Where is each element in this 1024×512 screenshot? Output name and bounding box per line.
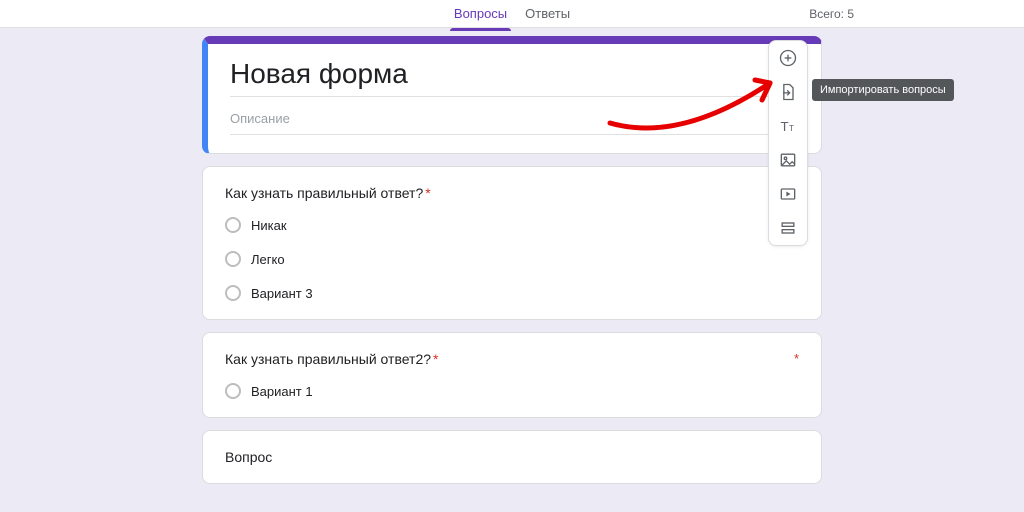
form-description-input[interactable]: Описание: [230, 111, 799, 135]
import-file-icon: [778, 82, 798, 102]
required-star: *: [794, 351, 799, 366]
add-section-button[interactable]: [777, 217, 799, 239]
option-label: Вариант 3: [251, 286, 313, 301]
question-title: Как узнать правильный ответ?*: [225, 185, 431, 201]
add-video-button[interactable]: [777, 183, 799, 205]
question-card[interactable]: Как узнать правильный ответ2?* * Вариант…: [202, 332, 822, 418]
tabs: Вопросы Ответы: [454, 2, 570, 25]
option-row[interactable]: Вариант 3: [225, 285, 799, 301]
form-canvas: Новая форма Описание Как узнать правильн…: [202, 36, 822, 484]
video-icon: [778, 184, 798, 204]
question-card[interactable]: Как узнать правильный ответ?* * Никак Ле…: [202, 166, 822, 320]
add-question-button[interactable]: [777, 47, 799, 69]
tooltip: Импортировать вопросы: [812, 79, 954, 101]
radio-icon: [225, 251, 241, 267]
svg-text:T: T: [781, 119, 789, 134]
side-toolbar: TT: [768, 40, 808, 246]
section-icon: [778, 218, 798, 238]
question-card[interactable]: Вопрос: [202, 430, 822, 484]
tab-answers[interactable]: Ответы: [525, 2, 570, 25]
form-header-card[interactable]: Новая форма Описание: [202, 36, 822, 154]
plus-circle-icon: [778, 48, 798, 68]
tab-questions[interactable]: Вопросы: [454, 2, 507, 25]
topbar: Вопросы Ответы Всего: 5: [0, 0, 1024, 28]
radio-icon: [225, 285, 241, 301]
radio-icon: [225, 383, 241, 399]
form-title-input[interactable]: Новая форма: [230, 58, 799, 97]
option-label: Никак: [251, 218, 287, 233]
question-title: Как узнать правильный ответ2?*: [225, 351, 439, 367]
required-star: *: [433, 351, 438, 367]
option-row[interactable]: Вариант 1: [225, 383, 799, 399]
import-questions-button[interactable]: [777, 81, 799, 103]
option-row[interactable]: Легко: [225, 251, 799, 267]
add-image-button[interactable]: [777, 149, 799, 171]
image-icon: [778, 150, 798, 170]
option-row[interactable]: Никак: [225, 217, 799, 233]
add-title-button[interactable]: TT: [777, 115, 799, 137]
required-star: *: [425, 185, 430, 201]
total-count: Всего: 5: [809, 7, 854, 21]
text-icon: TT: [778, 116, 798, 136]
question-title: Вопрос: [225, 449, 799, 465]
option-label: Легко: [251, 252, 285, 267]
svg-text:T: T: [789, 123, 794, 133]
option-label: Вариант 1: [251, 384, 313, 399]
radio-icon: [225, 217, 241, 233]
